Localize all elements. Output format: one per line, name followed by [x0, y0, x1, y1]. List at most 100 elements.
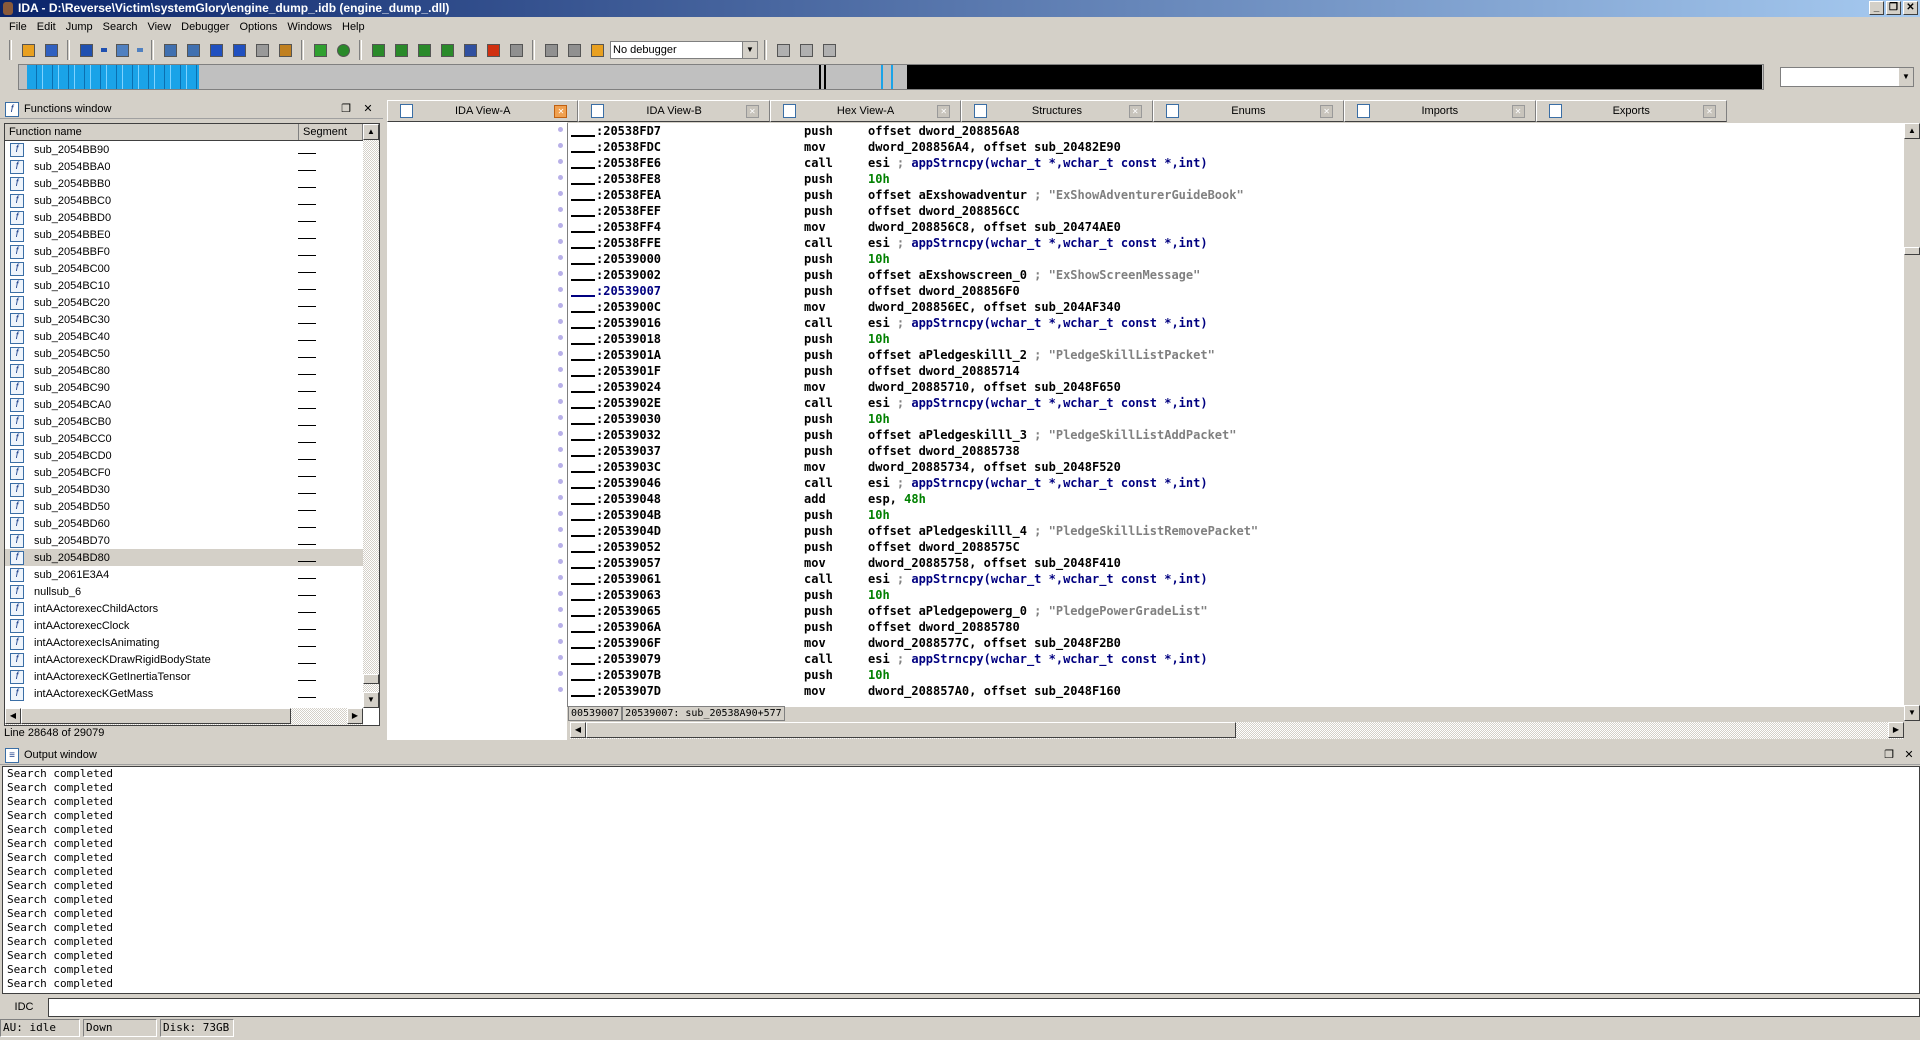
- function-row[interactable]: f intAActorexecKGetMass: [5, 685, 379, 702]
- function-row[interactable]: f intAActorexecChildActors: [5, 600, 379, 617]
- disasm-line[interactable]: :20538FE6 call esi ; appStrncpy(wchar_t *,…: [568, 155, 1904, 171]
- function-row[interactable]: f sub_2054BC10: [5, 277, 379, 294]
- scroll-left-icon[interactable]: ◀: [570, 722, 586, 738]
- function-row[interactable]: f sub_2054BBC0: [5, 192, 379, 209]
- navigation-band[interactable]: [18, 64, 1764, 90]
- disasm-line[interactable]: :2053901F push offset dword_20885714: [568, 363, 1904, 379]
- search-text-button[interactable]: [183, 40, 203, 60]
- chevron-down-icon[interactable]: ▼: [1899, 68, 1913, 86]
- tab-hex-view-a[interactable]: Hex View-A ✕: [769, 100, 962, 122]
- disasm-line[interactable]: :2053906F mov dword_2088577C, offset sub_2…: [568, 635, 1904, 651]
- menu-help[interactable]: Help: [337, 21, 370, 33]
- function-row[interactable]: f sub_2054BBE0: [5, 226, 379, 243]
- disasm-line[interactable]: :20539052 push offset dword_2088575C: [568, 539, 1904, 555]
- scroll-right-icon[interactable]: ▶: [347, 708, 363, 724]
- search-next-button[interactable]: [229, 40, 249, 60]
- tab-exports[interactable]: Exports ✕: [1535, 100, 1727, 122]
- functions-vertical-scrollbar[interactable]: ▲ ▼: [363, 124, 379, 708]
- menu-windows[interactable]: Windows: [282, 21, 337, 33]
- close-button[interactable]: ✕: [1903, 1, 1918, 15]
- disasm-line[interactable]: :20539002 push offset aExshowscreen_0 ; "E…: [568, 267, 1904, 283]
- disasm-line[interactable]: :20538FF4 mov dword_208856C8, offset sub_2…: [568, 219, 1904, 235]
- disasm-line[interactable]: :20539024 mov dword_20885710, offset sub_2…: [568, 379, 1904, 395]
- disasm-line[interactable]: :20539032 push offset aPledgeskilll_3 ; "P…: [568, 427, 1904, 443]
- menu-file[interactable]: File: [4, 21, 32, 33]
- disasm-line[interactable]: :2053904D push offset aPledgeskilll_4 ; "P…: [568, 523, 1904, 539]
- back-arrow-button[interactable]: [76, 40, 96, 60]
- disasm-line[interactable]: :20539037 push offset dword_20885738: [568, 443, 1904, 459]
- function-row[interactable]: f sub_2054BBB0: [5, 175, 379, 192]
- disassembly-view[interactable]: :20538FD7 push offset dword_208856A8:20538…: [567, 123, 1904, 707]
- functions-horizontal-scrollbar[interactable]: ◀ ▶: [5, 708, 363, 725]
- function-row[interactable]: f intAActorexecKGetInertiaTensor: [5, 668, 379, 685]
- function-row[interactable]: f sub_2054BC20: [5, 294, 379, 311]
- menu-view[interactable]: View: [142, 21, 176, 33]
- close-icon[interactable]: ✕: [1902, 748, 1916, 762]
- make-string-button[interactable]: [437, 40, 457, 60]
- forward-dropdown-button[interactable]: [135, 40, 145, 60]
- tab-ida-view-b[interactable]: IDA View-B ✕: [578, 100, 770, 122]
- function-row[interactable]: f sub_2054BC00: [5, 260, 379, 277]
- nav-band-combo[interactable]: ▼: [1780, 67, 1914, 87]
- green-circle-button[interactable]: [333, 40, 353, 60]
- breakpoints-button[interactable]: [773, 40, 793, 60]
- close-icon[interactable]: ✕: [361, 102, 375, 116]
- disasm-line[interactable]: :2053903C mov dword_20885734, offset sub_2…: [568, 459, 1904, 475]
- debugger-select[interactable]: No debugger ▼: [610, 41, 758, 59]
- disasm-line[interactable]: :2053907D mov dword_208857A0, offset sub_2…: [568, 683, 1904, 699]
- minimize-button[interactable]: _: [1869, 1, 1884, 15]
- scroll-up-icon[interactable]: ▲: [363, 124, 379, 140]
- disasm-line[interactable]: :20538FFE call esi ; appStrncpy(wchar_t *,…: [568, 235, 1904, 251]
- scroll-down-icon[interactable]: ▼: [1904, 705, 1920, 721]
- scroll-down-icon[interactable]: ▼: [363, 692, 379, 708]
- stop-button[interactable]: [587, 40, 607, 60]
- function-row[interactable]: f sub_2054BCC0: [5, 430, 379, 447]
- disasm-line[interactable]: :20539061 call esi ; appStrncpy(wchar_t *,…: [568, 571, 1904, 587]
- disasm-line[interactable]: :20539048 add esp, 48h: [568, 491, 1904, 507]
- function-row[interactable]: f sub_2054BD80: [5, 549, 379, 566]
- close-tab-icon[interactable]: ✕: [1128, 105, 1142, 118]
- menu-edit[interactable]: Edit: [32, 21, 61, 33]
- disasm-line[interactable]: :20539065 push offset aPledgepowerg_0 ; "P…: [568, 603, 1904, 619]
- scroll-left-icon[interactable]: ◀: [5, 708, 21, 724]
- close-tab-icon[interactable]: ✕: [1320, 105, 1334, 118]
- function-row[interactable]: f sub_2054BC80: [5, 362, 379, 379]
- disasm-line[interactable]: :20539007 push offset dword_208856F0: [568, 283, 1904, 299]
- disasm-line[interactable]: :2053907B push 10h: [568, 667, 1904, 683]
- disasm-line[interactable]: :20539079 call esi ; appStrncpy(wchar_t *,…: [568, 651, 1904, 667]
- scroll-thumb[interactable]: [1904, 247, 1920, 255]
- function-row[interactable]: f sub_2054BC50: [5, 345, 379, 362]
- pause-button[interactable]: [564, 40, 584, 60]
- scroll-thumb[interactable]: [586, 722, 1236, 738]
- disasm-line[interactable]: :2053904B push 10h: [568, 507, 1904, 523]
- column-header-segment[interactable]: Segment: [299, 124, 363, 140]
- function-row[interactable]: f sub_2054BCF0: [5, 464, 379, 481]
- chevron-down-icon[interactable]: ▼: [742, 42, 757, 58]
- open-button[interactable]: [18, 40, 38, 60]
- undo-button[interactable]: [275, 40, 295, 60]
- run-button[interactable]: [541, 40, 561, 60]
- function-row[interactable]: f sub_2054BCB0: [5, 413, 379, 430]
- disasm-line[interactable]: :20538FDC mov dword_208856A4, offset sub_2…: [568, 139, 1904, 155]
- remove-breakpoint-button[interactable]: [819, 40, 839, 60]
- function-row[interactable]: f sub_2054BD70: [5, 532, 379, 549]
- close-tab-icon[interactable]: ✕: [1511, 105, 1525, 118]
- disasm-line[interactable]: :20539018 push 10h: [568, 331, 1904, 347]
- disasm-line[interactable]: :20539030 push 10h: [568, 411, 1904, 427]
- function-row[interactable]: f sub_2054BBD0: [5, 209, 379, 226]
- function-row[interactable]: f sub_2061E3A4: [5, 566, 379, 583]
- delete-button[interactable]: [506, 40, 526, 60]
- disassembly-vertical-scrollbar[interactable]: ▲ ▼: [1904, 123, 1920, 721]
- jump-down-button[interactable]: [252, 40, 272, 60]
- function-row[interactable]: f sub_2054BCD0: [5, 447, 379, 464]
- scroll-right-icon[interactable]: ▶: [1888, 722, 1904, 738]
- back-dropdown-button[interactable]: [99, 40, 109, 60]
- make-code-button[interactable]: [368, 40, 388, 60]
- close-tab-icon[interactable]: ✕: [745, 105, 759, 118]
- function-row[interactable]: f sub_2054BD50: [5, 498, 379, 515]
- function-row[interactable]: f nullsub_6: [5, 583, 379, 600]
- disasm-line[interactable]: :20539063 push 10h: [568, 587, 1904, 603]
- menu-debugger[interactable]: Debugger: [176, 21, 234, 33]
- menu-search[interactable]: Search: [98, 21, 143, 33]
- disasm-line[interactable]: :20538FEA push offset aExshowadventur ; "E…: [568, 187, 1904, 203]
